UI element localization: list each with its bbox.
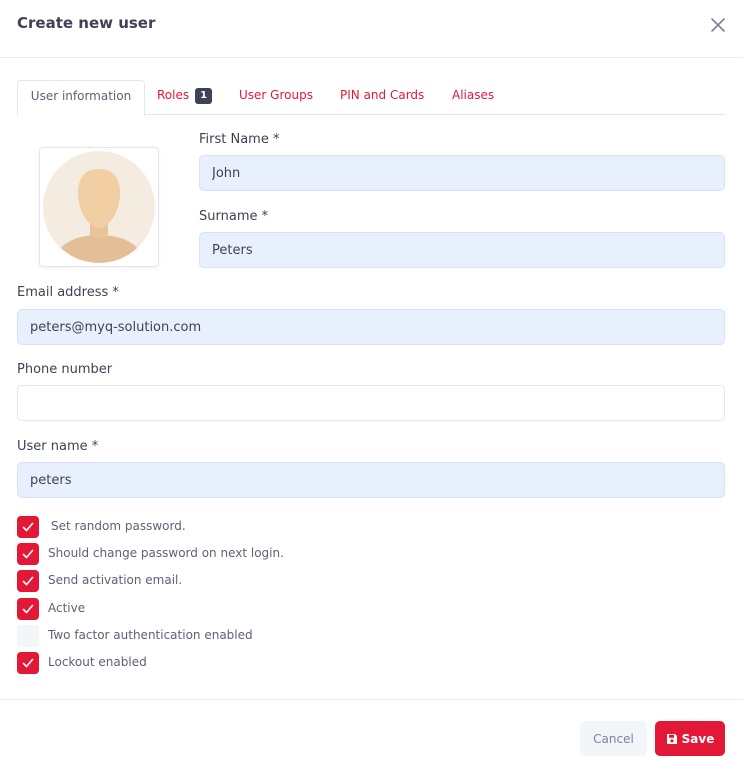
save-button[interactable]: Save	[655, 721, 725, 756]
email-label: Email address *	[17, 285, 119, 300]
two-factor-label: Two factor authentication enabled	[48, 628, 253, 642]
checkmark-icon	[22, 604, 34, 614]
dialog-header: Create new user	[0, 0, 743, 58]
tab-bar: User information Roles 1 User Groups PIN …	[17, 80, 725, 116]
tab-user-information[interactable]: User information	[17, 80, 145, 116]
tab-label: User information	[30, 89, 132, 103]
username-input[interactable]	[17, 462, 725, 498]
phone-label: Phone number	[17, 362, 113, 377]
checkmark-icon	[22, 549, 34, 559]
username-label: User name *	[17, 439, 99, 454]
active-label: Active	[48, 601, 86, 615]
first-name-label: First Name *	[199, 132, 280, 147]
save-label: Save	[681, 731, 715, 746]
dialog-footer: Cancel Save	[0, 699, 743, 765]
tab-pin-and-cards[interactable]: PIN and Cards	[340, 80, 424, 115]
tab-user-groups[interactable]: User Groups	[239, 80, 313, 115]
surname-label: Surname *	[199, 209, 269, 224]
tab-roles[interactable]: Roles 1	[157, 80, 213, 115]
change-password-label: Should change password on next login.	[48, 546, 284, 560]
floppy-disk-icon	[666, 733, 677, 744]
tab-label: Roles	[157, 88, 190, 102]
tab-label: User Groups	[239, 88, 313, 102]
checkmark-icon	[22, 522, 34, 532]
cancel-label: Cancel	[593, 731, 634, 746]
two-factor-checkbox[interactable]	[17, 625, 39, 647]
phone-input[interactable]	[17, 385, 725, 421]
roles-count-badge: 1	[195, 88, 213, 104]
checkmark-icon	[22, 658, 34, 668]
email-input[interactable]	[17, 309, 725, 345]
lockout-label: Lockout enabled	[48, 655, 147, 669]
surname-input[interactable]	[199, 232, 725, 268]
tab-label: PIN and Cards	[340, 88, 425, 102]
tab-label: Aliases	[452, 88, 495, 102]
checkmark-icon	[22, 576, 34, 586]
tab-aliases[interactable]: Aliases	[452, 80, 494, 115]
send-activation-email-label: Send activation email.	[48, 573, 183, 587]
change-password-checkbox[interactable]	[17, 543, 39, 565]
avatar[interactable]	[39, 147, 159, 267]
active-checkbox[interactable]	[17, 598, 39, 620]
close-button[interactable]	[707, 14, 729, 36]
user-avatar-icon	[43, 151, 155, 263]
set-random-password-checkbox[interactable]	[17, 516, 39, 538]
lockout-checkbox[interactable]	[17, 652, 39, 674]
send-activation-email-checkbox[interactable]	[17, 570, 39, 592]
close-icon	[711, 18, 725, 32]
set-random-password-label: Set random password.	[51, 519, 186, 533]
first-name-input[interactable]	[199, 155, 725, 191]
cancel-button[interactable]: Cancel	[580, 721, 647, 756]
dialog-title: Create new user	[17, 14, 156, 32]
